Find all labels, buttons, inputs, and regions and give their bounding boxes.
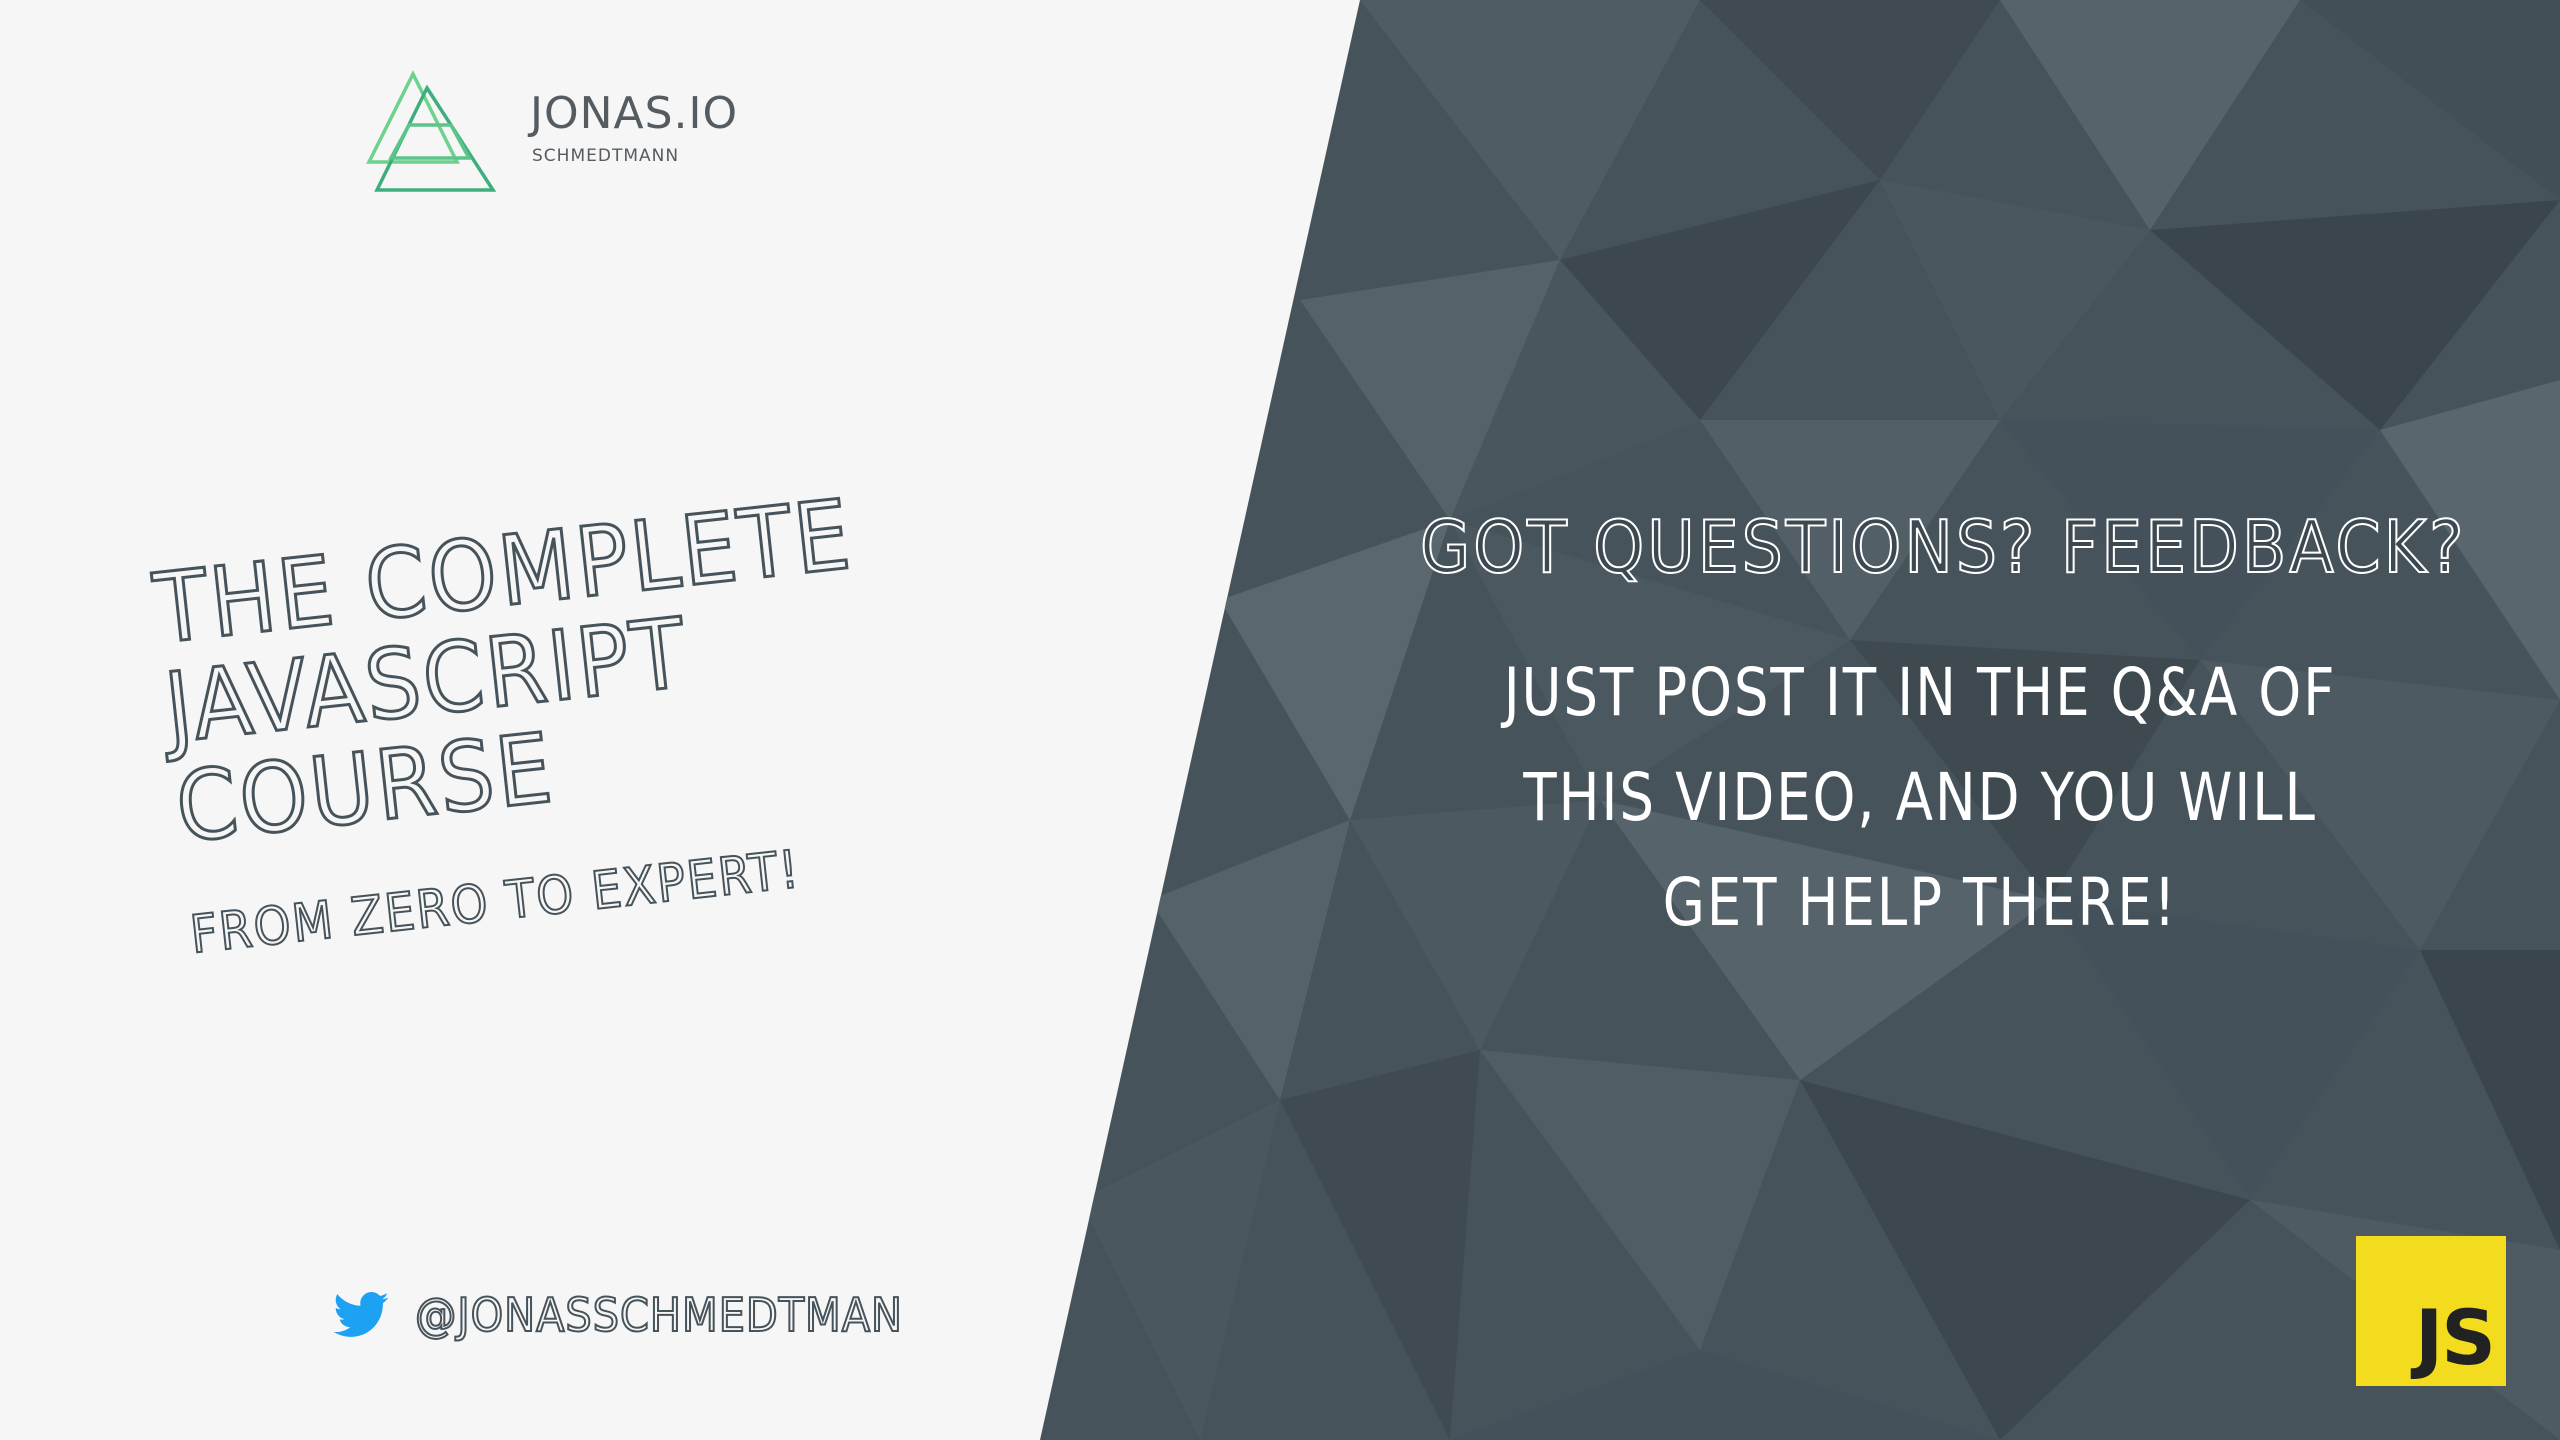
- brand-logo: JONAS.IO SCHMEDTMANN: [365, 70, 765, 195]
- questions-heading: GOT QUESTIONS? FEEDBACK?: [1419, 504, 2467, 590]
- twitter-bird-icon: [333, 1292, 389, 1337]
- brand-name: JONAS.IO: [530, 88, 739, 139]
- js-badge-label: JS: [2414, 1293, 2496, 1382]
- course-title-block: THE COMPLETE JAVASCRIPT COURSE FROM ZERO…: [148, 465, 1068, 967]
- js-badge: JS: [2356, 1236, 2506, 1386]
- triangle-logo-icon: [366, 70, 497, 192]
- questions-body: JUST POST IT IN THE Q&A OF THIS VIDEO, A…: [1503, 654, 2337, 941]
- twitter-handle: @JONASSCHMEDTMAN: [414, 1287, 903, 1343]
- brand-subtitle: SCHMEDTMANN: [532, 146, 680, 166]
